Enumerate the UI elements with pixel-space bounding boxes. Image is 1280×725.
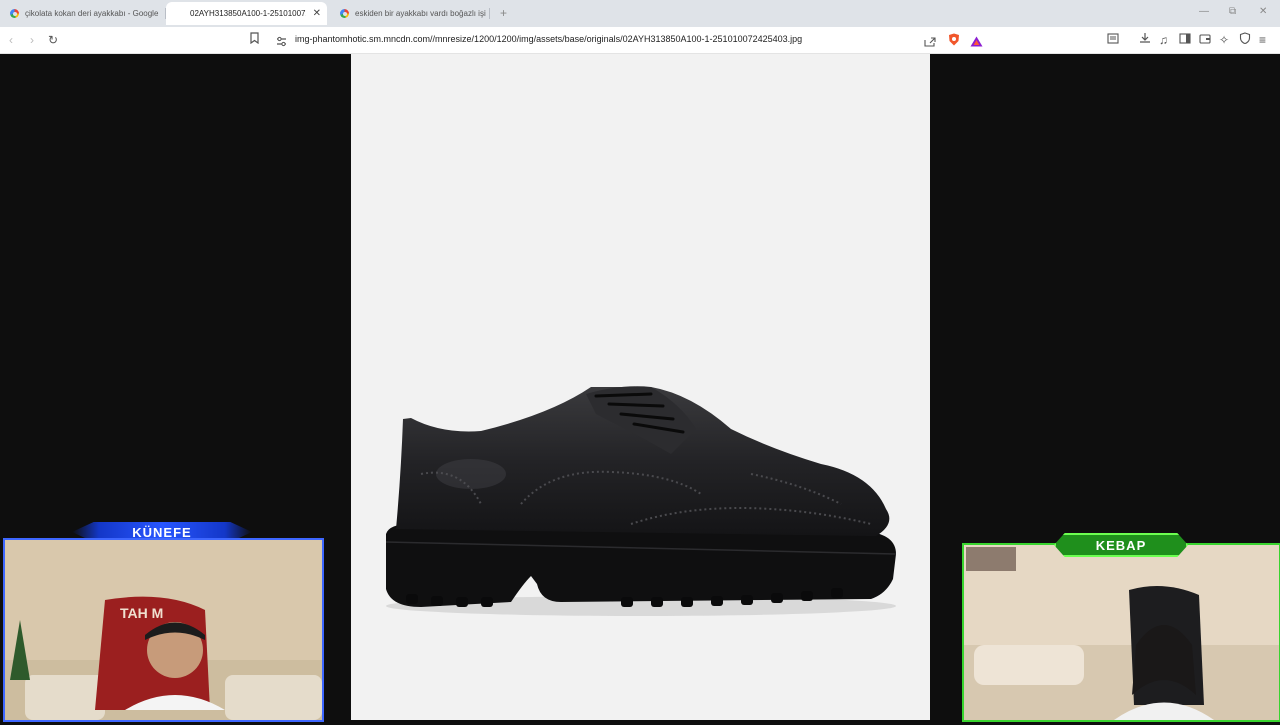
left-webcam: TAH M: [3, 538, 324, 722]
restore-icon[interactable]: ⧉: [1229, 6, 1236, 17]
tab-2[interactable]: 02AYH313850A100-1-251010072425403.jpg ✕: [166, 2, 327, 25]
reload-icon[interactable]: ↻: [48, 32, 58, 48]
image-viewer: [351, 54, 930, 720]
reader-mode-icon[interactable]: [1107, 32, 1119, 48]
left-webcam-feed: TAH M: [5, 540, 322, 720]
tab-2-title: 02AYH313850A100-1-251010072425403.jpg: [190, 9, 306, 18]
address-bar[interactable]: img-phantomhotic.sm.mncdn.com//mnresize/…: [270, 30, 990, 50]
shoe-image: [385, 386, 897, 616]
forward-icon[interactable]: ›: [30, 32, 34, 48]
media-icon[interactable]: ♫: [1159, 32, 1168, 48]
right-webcam: [962, 543, 1280, 722]
menu-icon[interactable]: ≡: [1259, 32, 1266, 48]
minimize-icon[interactable]: —: [1199, 6, 1209, 17]
site-settings-icon[interactable]: [276, 34, 287, 52]
leo-ai-icon[interactable]: ✧: [1219, 32, 1229, 48]
new-tab-icon[interactable]: +: [500, 6, 507, 20]
right-banner: KEBAP: [1054, 533, 1188, 557]
brave-rewards-icon[interactable]: [970, 34, 983, 52]
share-icon[interactable]: [924, 34, 936, 52]
close-window-icon[interactable]: ✕: [1259, 6, 1267, 17]
browser-toolbar: ‹ › ↻ img-phantomhotic.sm.mncdn.com//mnr…: [0, 27, 1280, 54]
tab-1[interactable]: çikolata kokan deri ayakkabı - Google: [0, 2, 165, 25]
tab-separator: [489, 8, 490, 19]
right-banner-text: KEBAP: [1095, 537, 1147, 553]
tab-bar: çikolata kokan deri ayakkabı - Google 02…: [0, 0, 1280, 27]
tab-3-title: eskiden bir ayakkabı vardı boğazlı işi: [355, 9, 486, 18]
tab-1-title: çikolata kokan deri ayakkabı - Google: [25, 9, 159, 18]
right-webcam-feed: [964, 545, 1279, 720]
sidebar-icon[interactable]: [1179, 32, 1191, 48]
chair-text: TAH M: [120, 605, 163, 621]
vpn-icon[interactable]: [1239, 32, 1251, 48]
back-icon[interactable]: ‹: [9, 32, 13, 48]
download-icon[interactable]: [1139, 32, 1151, 48]
bookmark-icon[interactable]: [249, 32, 260, 48]
google-icon: [340, 9, 349, 18]
close-tab-icon[interactable]: ✕: [313, 8, 321, 19]
google-icon: [10, 9, 19, 18]
url-text: img-phantomhotic.sm.mncdn.com//mnresize/…: [295, 34, 803, 44]
wallet-icon[interactable]: [1199, 32, 1211, 48]
tab-3[interactable]: eskiden bir ayakkabı vardı boğazlı işi: [330, 2, 490, 25]
brave-shields-icon[interactable]: [948, 33, 960, 51]
